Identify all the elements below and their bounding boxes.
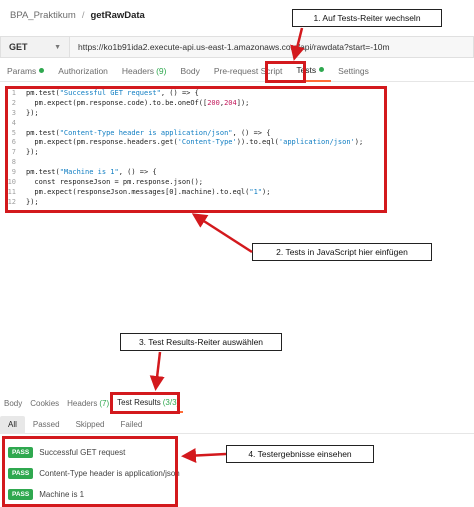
tab-label: Authorization — [58, 65, 108, 76]
tab-authorization[interactable]: Authorization — [51, 60, 115, 82]
tab-params[interactable]: Params — [0, 60, 51, 82]
tab-headers[interactable]: Headers (9) — [115, 60, 174, 82]
request-bar: GET ▼ https://ko1b91ida2.execute-api.us-… — [0, 36, 474, 58]
method-select[interactable]: GET ▼ — [0, 36, 70, 58]
breadcrumb-collection[interactable]: BPA_Praktikum — [10, 10, 76, 21]
tab-label: Headers — [67, 398, 98, 408]
highlight-test-results-tab — [110, 392, 180, 414]
method-label: GET — [9, 42, 28, 52]
tab-response-headers[interactable]: Headers (7) — [63, 393, 113, 413]
tab-body[interactable]: Body — [173, 60, 206, 82]
tab-count: (9) — [156, 65, 167, 76]
filter-failed[interactable]: Failed — [113, 416, 151, 434]
result-filters: All Passed Skipped Failed — [0, 415, 474, 434]
tab-label: Params — [7, 65, 37, 76]
tab-label: Cookies — [30, 398, 60, 408]
tab-cookies[interactable]: Cookies — [26, 393, 63, 413]
tab-label: Body — [180, 65, 200, 76]
tab-settings[interactable]: Settings — [331, 60, 376, 82]
url-input[interactable]: https://ko1b91ida2.execute-api.us-east-1… — [70, 36, 474, 58]
highlight-tests-tab — [265, 61, 306, 83]
callout-step-3: 3. Test Results-Reiter auswählen — [120, 333, 282, 351]
callout-step-4: 4. Testergebnisse einsehen — [226, 445, 374, 463]
tab-count: (7) — [99, 398, 110, 408]
tab-label: Settings — [338, 65, 369, 76]
callout-step-1: 1. Auf Tests-Reiter wechseln — [292, 9, 442, 27]
breadcrumb-separator: / — [81, 9, 85, 21]
active-dot-icon — [319, 67, 325, 72]
active-dot-icon — [39, 68, 45, 73]
filter-all[interactable]: All — [0, 415, 25, 434]
tab-label: Headers — [121, 65, 155, 76]
tab-label: Body — [4, 398, 23, 408]
chevron-down-icon: ▼ — [54, 43, 61, 51]
callout-step-2: 2. Tests in JavaScript hier einfügen — [252, 243, 432, 261]
tab-response-body[interactable]: Body — [0, 393, 26, 413]
editor-empty-area[interactable] — [6, 212, 466, 387]
highlight-test-results — [2, 436, 178, 507]
filter-passed[interactable]: Passed — [25, 416, 68, 434]
arrow-step-4 — [181, 448, 227, 463]
highlight-code-editor — [5, 86, 387, 213]
filter-skipped[interactable]: Skipped — [68, 416, 113, 434]
response-tabs: Body Cookies Headers (7) Test Results (3/3… — [0, 393, 474, 413]
breadcrumb-request: getRawData — [90, 9, 145, 21]
request-tabs: Params Authorization Headers (9) Body Pre… — [0, 60, 474, 82]
